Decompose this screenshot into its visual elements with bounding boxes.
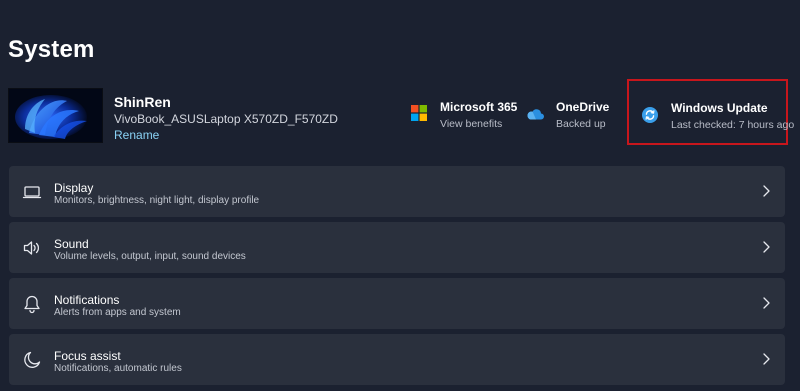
rename-link[interactable]: Rename (114, 128, 159, 142)
settings-item-title: Sound (54, 237, 89, 251)
moon-icon (22, 350, 42, 370)
device-model: VivoBook_ASUSLaptop X570ZD_F570ZD (114, 112, 338, 126)
microsoft-365-subtitle: View benefits (440, 118, 503, 130)
microsoft-logo-icon (411, 105, 427, 126)
settings-item-subtitle: Monitors, brightness, night light, displ… (54, 195, 260, 206)
settings-item-title: Display (54, 181, 94, 195)
chevron-right-icon (761, 296, 771, 310)
settings-list: Display Monitors, brightness, night ligh… (9, 166, 785, 390)
settings-item-subtitle: Volume levels, output, input, sound devi… (54, 251, 246, 262)
microsoft-365-title: Microsoft 365 (440, 100, 518, 114)
settings-item-notifications[interactable]: Notifications Alerts from apps and syste… (9, 278, 785, 329)
settings-item-focus-assist[interactable]: Focus assist Notifications, automatic ru… (9, 334, 785, 385)
windows-update-subtitle: Last checked: 7 hours ago (671, 119, 795, 131)
chevron-right-icon (761, 352, 771, 366)
onedrive-subtitle: Backed up (556, 118, 606, 130)
windows-update-tile[interactable]: Windows Update Last checked: 7 hours ago (627, 79, 794, 145)
device-name: ShinRen (114, 94, 171, 110)
microsoft-365-tile[interactable]: Microsoft 365 View benefits (408, 98, 518, 134)
windows-update-title: Windows Update (671, 101, 768, 115)
windows-update-icon (642, 107, 658, 128)
settings-item-title: Notifications (54, 293, 120, 307)
chevron-right-icon (761, 240, 771, 254)
display-icon (22, 182, 42, 202)
settings-item-display[interactable]: Display Monitors, brightness, night ligh… (9, 166, 785, 217)
chevron-right-icon (761, 184, 771, 198)
onedrive-cloud-icon (526, 107, 544, 125)
onedrive-title: OneDrive (556, 100, 610, 114)
page-title: System (8, 36, 95, 63)
settings-item-subtitle: Alerts from apps and system (54, 307, 181, 318)
settings-item-subtitle: Notifications, automatic rules (54, 363, 182, 374)
settings-item-title: Focus assist (54, 349, 121, 363)
onedrive-tile[interactable]: OneDrive Backed up (524, 98, 616, 134)
settings-item-sound[interactable]: Sound Volume levels, output, input, soun… (9, 222, 785, 273)
device-wallpaper-thumbnail (8, 88, 103, 143)
speaker-icon (22, 238, 42, 258)
bell-icon (22, 294, 42, 314)
